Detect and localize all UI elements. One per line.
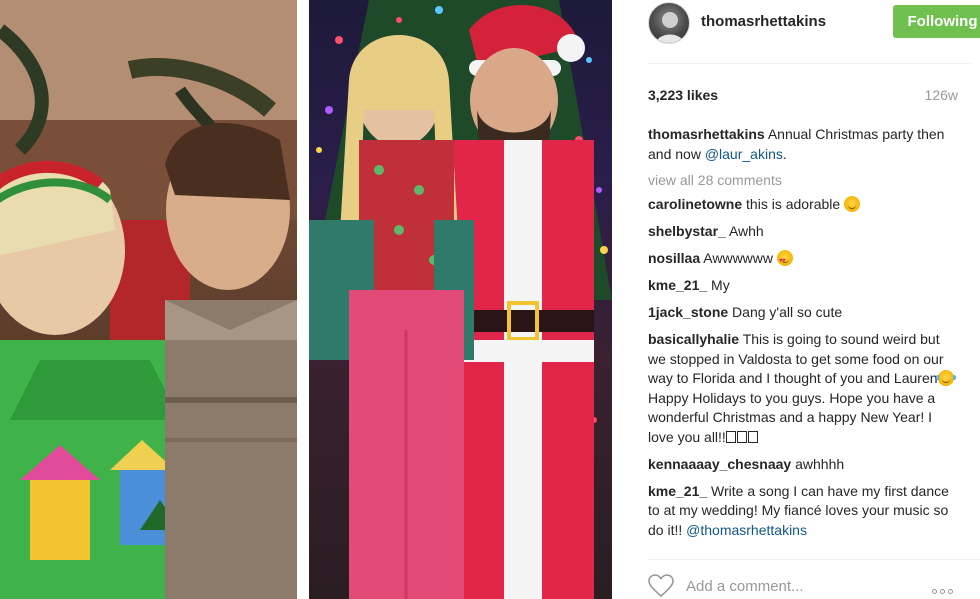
comment-username[interactable]: kennaaaay_chesnaay: [648, 456, 791, 472]
view-all-comments-link[interactable]: view all 28 comments: [648, 172, 958, 188]
comment-text: My: [707, 277, 730, 293]
comment-item: nosillaa Awwwwww: [648, 249, 958, 272]
avatar[interactable]: [648, 2, 690, 44]
comment-text: this is adorable: [742, 196, 845, 212]
post-sidebar: thomasrhettakins Following 3,223 likes 1…: [612, 0, 980, 599]
post-username[interactable]: thomasrhettakins: [701, 13, 826, 30]
unsupported-glyph-icon: [747, 430, 758, 443]
comment-username[interactable]: kme_21_: [648, 277, 707, 293]
comment-item: shelbystar_ Awhh: [648, 222, 958, 242]
caption-username[interactable]: thomasrhettakins: [648, 126, 765, 142]
photo-left-panel: [0, 0, 297, 599]
caption-mention[interactable]: @laur_akins: [705, 146, 783, 162]
comment-item: kennaaaay_chesnaay awhhhh: [648, 455, 958, 475]
comment-mention[interactable]: @thomasrhettakins: [686, 522, 807, 538]
heart-eyes-emoji-icon: [776, 250, 793, 272]
comment-text: Dang y'all so cute: [728, 304, 843, 320]
more-dot-icon: [932, 589, 937, 594]
comment-text: Awhh: [725, 223, 764, 239]
comment-username[interactable]: basicallyhalie: [648, 331, 739, 347]
add-comment-input[interactable]: [686, 572, 916, 599]
post-header: thomasrhettakins Following: [648, 0, 980, 64]
avatar-icon: [655, 12, 685, 43]
comment-username[interactable]: carolinetowne: [648, 196, 742, 212]
comment-text: Awwwwww: [700, 250, 777, 266]
unsupported-glyph-icon: [736, 430, 747, 443]
likes-count[interactable]: 3,223 likes: [648, 87, 718, 103]
following-button[interactable]: Following: [893, 5, 980, 38]
post-caption: thomasrhettakins Annual Christmas party …: [648, 125, 958, 164]
comments-list[interactable]: thomasrhettakins Annual Christmas party …: [648, 125, 958, 550]
comment-item: carolinetowne this is adorable: [648, 195, 958, 215]
comment-item: kme_21_ Write a song I can have my first…: [648, 482, 958, 541]
heart-outline-icon[interactable]: [648, 574, 674, 598]
comment-username[interactable]: kme_21_: [648, 483, 707, 499]
comment-item: basicallyhalie This is going to sound we…: [648, 330, 958, 447]
photo-right-illustration: [309, 0, 612, 599]
more-dot-icon: [948, 589, 953, 594]
comment-username[interactable]: nosillaa: [648, 250, 700, 266]
more-dot-icon: [940, 589, 945, 594]
comment-footer: [648, 559, 980, 599]
instagram-post-modal: thomasrhettakins Following 3,223 likes 1…: [0, 0, 980, 599]
photo-right-panel: [309, 0, 612, 599]
caption-end: .: [782, 145, 787, 162]
more-options-icon[interactable]: [932, 581, 962, 594]
comment-username[interactable]: 1jack_stone: [648, 304, 728, 320]
photo-left-illustration: [0, 0, 297, 599]
comment-username[interactable]: shelbystar_: [648, 223, 726, 239]
comment-item: kme_21_ My: [648, 276, 958, 296]
unsupported-glyph-icon: [725, 430, 736, 443]
comment-item: 1jack_stone Dang y'all so cute: [648, 303, 958, 323]
photo-divider: [297, 0, 309, 599]
comment-text: awhhhh: [791, 455, 845, 472]
comment-text-continued: Happy Holidays to you guys. Hope you hav…: [648, 389, 936, 445]
post-age[interactable]: 126w: [925, 87, 958, 103]
smile-emoji-icon: [844, 196, 861, 212]
post-photo[interactable]: [0, 0, 612, 599]
tears-of-joy-emoji-icon: [935, 370, 956, 386]
